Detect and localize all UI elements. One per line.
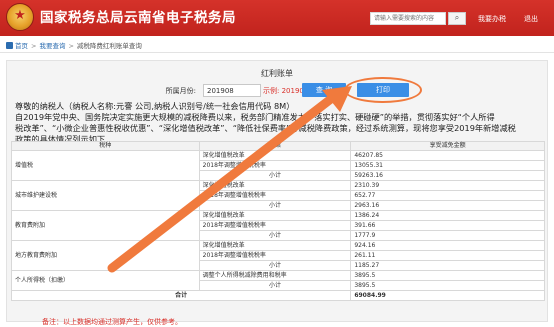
tax-type-cell: 地方教育费附加 — [11, 240, 200, 271]
subtotal-label: 小计 — [198, 260, 352, 271]
table-row: 增值税 深化增值税改革 46207.85 — [11, 150, 545, 181]
header-tax-type: 税种 — [11, 141, 200, 151]
table-header-row: 税种 政策 享受减免金额 — [11, 141, 545, 151]
total-label: 合计 — [10, 290, 352, 301]
table-row: 地方教育费附加 深化增值税改革 924.16 — [11, 240, 545, 271]
tax-relief-table: 税种 政策 享受减免金额 增值税 深化增值税改革 46207.85 2018年调… — [10, 141, 545, 301]
subtotal-amount: 59263.16 — [350, 170, 545, 181]
breadcrumb-separator: > — [68, 42, 74, 50]
site-title: 国家税务总局云南省电子税务局 — [40, 10, 236, 26]
table-row: 个人所得税（扣缴） 调整个人所得税减除费用和税率 3895.5 — [11, 270, 545, 291]
total-amount: 69084.99 — [350, 290, 545, 301]
tax-type-cell: 教育费附加 — [11, 210, 200, 241]
total-row: 合计 69084.99 — [10, 290, 545, 301]
disclaimer-note: 备注：以上数据均通过测算产生，仅供参考。 — [42, 318, 182, 326]
tax-type-cell: 增值税 — [11, 150, 200, 181]
header-amount: 享受减免金额 — [350, 141, 545, 151]
dividend-bill-panel: 红利账单 所属月份: 示例: 201907 查 询 打印 尊敬的纳税人（纳税人名… — [6, 60, 548, 322]
breadcrumb-separator: > — [31, 42, 37, 50]
breadcrumb-query[interactable]: 我要查询 — [39, 42, 65, 50]
policy-cell: 深化增值税改革 — [198, 240, 352, 251]
subtotal-label: 小计 — [198, 280, 352, 291]
subtotal-label: 小计 — [198, 170, 352, 181]
amount-cell: 3895.5 — [350, 270, 545, 281]
amount-cell: 13055.31 — [350, 160, 545, 171]
tax-type-cell: 个人所得税（扣缴） — [11, 270, 200, 291]
subtotal-label: 小计 — [198, 200, 352, 211]
header-policy: 政策 — [198, 141, 352, 151]
breadcrumb-divider — [0, 52, 554, 53]
policy-cell: 深化增值税改革 — [198, 210, 352, 221]
print-highlight-circle — [344, 77, 422, 103]
policy-cell: 2018年调整增值税税率 — [198, 190, 352, 201]
month-input[interactable] — [203, 84, 261, 97]
table-row: 城市维护建设税 深化增值税改革 2310.39 — [11, 180, 545, 211]
subtotal-label: 小计 — [198, 230, 352, 241]
letter-body-line2: 税改革”、“小微企业普惠性税收优惠”、“深化增值税改革”、“降低社保费率”等减税… — [15, 123, 516, 133]
policy-cell: 深化增值税改革 — [198, 150, 352, 161]
subtotal-amount: 3895.5 — [350, 280, 545, 291]
letter-body-line1: 自2019年党中央、国务院决定实施更大规模的减税降费以来，税务部门精准发力，落实… — [15, 112, 495, 122]
amount-cell: 2310.39 — [350, 180, 545, 191]
top-link-logout[interactable]: 退出 — [524, 14, 538, 24]
search-icon: ⌕ — [454, 13, 460, 22]
policy-cell: 2018年调整增值税税率 — [198, 220, 352, 231]
amount-cell: 924.16 — [350, 240, 545, 251]
policy-cell: 调整个人所得税减除费用和税率 — [198, 270, 352, 281]
breadcrumb-current: 减税降费红利账单查询 — [76, 42, 142, 50]
top-link-handle-tax[interactable]: 我要办税 — [478, 14, 506, 24]
policy-cell: 深化增值税改革 — [198, 180, 352, 191]
table-row: 教育费附加 深化增值税改革 1386.24 — [11, 210, 545, 241]
amount-cell: 46207.85 — [350, 150, 545, 161]
policy-cell: 2018年调整增值税税率 — [198, 250, 352, 261]
search-input[interactable] — [370, 12, 446, 25]
letter-greeting: 尊敬的纳税人（纳税人名称:元謇 公司,纳税人识别号/统一社会信用代码 8M） — [15, 101, 295, 111]
panel-title: 红利账单 — [261, 69, 293, 78]
tax-type-cell: 城市维护建设税 — [11, 180, 200, 211]
amount-cell: 261.11 — [350, 250, 545, 261]
breadcrumb-home[interactable]: 首页 — [15, 42, 28, 50]
month-label: 所属月份: — [165, 87, 196, 95]
subtotal-amount: 1777.9 — [350, 230, 545, 241]
query-button[interactable]: 查 询 — [302, 83, 346, 97]
amount-cell: 652.77 — [350, 190, 545, 201]
site-header: 国家税务总局云南省电子税务局 ⌕ 我要办税 退出 — [0, 0, 554, 36]
amount-cell: 391.66 — [350, 220, 545, 231]
tax-emblem-icon — [6, 3, 34, 31]
home-icon — [6, 42, 13, 49]
amount-cell: 1386.24 — [350, 210, 545, 221]
subtotal-amount: 2963.16 — [350, 200, 545, 211]
search-button[interactable]: ⌕ — [448, 12, 466, 25]
policy-cell: 2018年调整增值税税率 — [198, 160, 352, 171]
subtotal-amount: 1185.27 — [350, 260, 545, 271]
breadcrumb: 首页 > 我要查询 > 减税降费红利账单查询 — [6, 41, 142, 51]
